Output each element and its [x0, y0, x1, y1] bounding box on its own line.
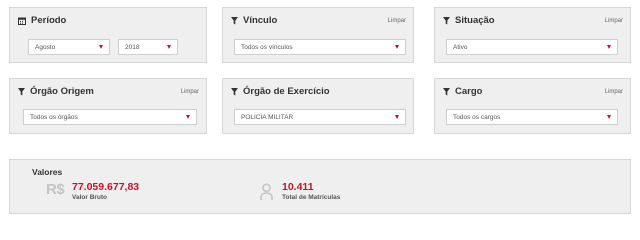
matriculas-value: 10.411 — [282, 181, 314, 193]
valores-panel: Valores R$ 77.059.677,83 Valor Bruto 10.… — [9, 159, 631, 214]
cargo-select[interactable]: Todos os cargos — [446, 109, 618, 125]
year-select[interactable]: 2018 — [118, 39, 178, 55]
situacao-clear-link[interactable]: Limpar — [605, 18, 623, 24]
periodo-panel: Período Agosto 2018 — [9, 7, 207, 63]
month-select-value: Agosto — [35, 43, 56, 51]
filter-icon — [443, 87, 450, 95]
cargo-panel: Cargo Limpar Todos os cargos — [434, 78, 631, 134]
vinculo-select[interactable]: Todos os vínculos — [234, 39, 406, 55]
orgao-exercicio-select-value: POLICIA MILITAR — [241, 113, 294, 121]
vinculo-title: Vínculo — [231, 15, 277, 26]
filter-icon — [231, 16, 238, 24]
filter-icon — [443, 16, 450, 24]
cargo-select-value: Todos os cargos — [453, 113, 501, 121]
orgao-exercicio-panel: Órgão de Exercício POLICIA MILITAR — [222, 78, 414, 134]
valores-title: Valores — [32, 167, 63, 177]
situacao-title: Situação — [443, 15, 495, 26]
situacao-select-value: Ativo — [453, 43, 468, 51]
orgao-origem-title: Órgão Origem — [18, 86, 94, 97]
chevron-down-icon — [99, 45, 103, 49]
cargo-title-text: Cargo — [455, 86, 483, 97]
orgao-origem-clear-link[interactable]: Limpar — [181, 89, 199, 95]
filter-icon — [231, 87, 238, 95]
chevron-down-icon — [395, 45, 399, 49]
month-select[interactable]: Agosto — [28, 39, 110, 55]
orgao-origem-panel: Órgão Origem Limpar Todos os órgãos — [9, 78, 207, 134]
chevron-down-icon — [395, 115, 399, 119]
year-select-value: 2018 — [125, 43, 140, 51]
cargo-clear-link[interactable]: Limpar — [605, 89, 623, 95]
cargo-title: Cargo — [443, 86, 482, 97]
orgao-exercicio-title: Órgão de Exercício — [231, 86, 330, 97]
orgao-origem-select[interactable]: Todos os órgãos — [23, 109, 197, 125]
chevron-down-icon — [167, 45, 171, 49]
situacao-title-text: Situação — [455, 15, 495, 26]
chevron-down-icon — [186, 115, 190, 119]
matriculas-label: Total de Matrículas — [282, 194, 341, 201]
periodo-title: Período — [18, 15, 66, 26]
calendar-icon — [18, 17, 26, 25]
orgao-exercicio-select[interactable]: POLICIA MILITAR — [234, 109, 406, 125]
chevron-down-icon — [607, 45, 611, 49]
chevron-down-icon — [607, 115, 611, 119]
vinculo-select-value: Todos os vínculos — [241, 43, 293, 51]
valor-bruto-value: 77.059.677,83 — [72, 181, 140, 193]
person-icon — [260, 183, 273, 200]
orgao-exercicio-title-text: Órgão de Exercício — [243, 86, 330, 97]
vinculo-clear-link[interactable]: Limpar — [388, 18, 406, 24]
filter-icon — [18, 87, 25, 95]
orgao-origem-select-value: Todos os órgãos — [30, 113, 78, 121]
periodo-title-text: Período — [31, 15, 67, 26]
vinculo-panel: Vínculo Limpar Todos os vínculos — [222, 7, 414, 63]
situacao-select[interactable]: Ativo — [446, 39, 618, 55]
currency-icon: R$ — [46, 181, 65, 198]
situacao-panel: Situação Limpar Ativo — [434, 7, 631, 63]
vinculo-title-text: Vínculo — [243, 15, 278, 26]
orgao-origem-title-text: Órgão Origem — [30, 86, 94, 97]
valor-bruto-label: Valor Bruto — [72, 194, 108, 201]
